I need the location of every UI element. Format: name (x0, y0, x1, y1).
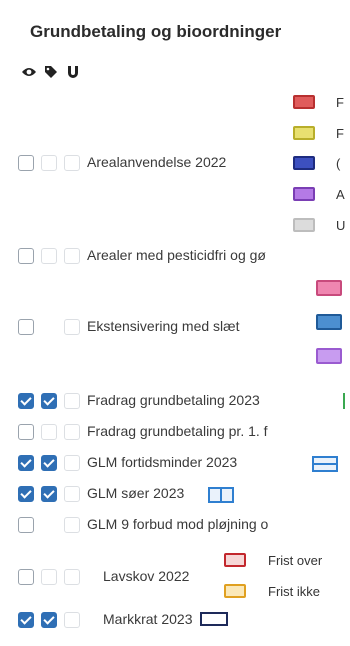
legend-text: Frist ikke (268, 584, 320, 599)
layer-snap-checkbox[interactable] (64, 455, 80, 471)
layer-snap-checkbox[interactable] (64, 424, 80, 440)
layer-name[interactable]: GLM 9 forbud mod pløjning o (87, 516, 350, 532)
layer-name[interactable]: Lavskov 2022 (103, 568, 189, 584)
layer-label-checkbox[interactable] (41, 612, 57, 628)
layer-label-checkbox[interactable] (41, 248, 57, 264)
layer-snap-checkbox[interactable] (64, 155, 80, 171)
layer-label-checkbox[interactable] (41, 155, 57, 171)
legend-swatch (293, 156, 315, 170)
layer-snap-checkbox[interactable] (64, 569, 80, 585)
layer-visible-checkbox[interactable] (18, 569, 34, 585)
legend-text: F (336, 95, 344, 110)
layer-name[interactable]: Fradrag grundbetaling pr. 1. f (87, 423, 350, 439)
legend-swatch (316, 348, 342, 364)
layer-label-checkbox[interactable] (41, 455, 57, 471)
column-header-icons (20, 62, 82, 82)
layer-visible-checkbox[interactable] (18, 517, 34, 533)
layer-name[interactable]: GLM fortidsminder 2023 (87, 454, 237, 470)
legend-text: A (336, 187, 345, 202)
layer-snap-checkbox[interactable] (64, 393, 80, 409)
layer-panel: Grundbetaling og bioordninger Arealanven… (0, 0, 350, 646)
layer-name[interactable]: Markkrat 2023 (103, 611, 192, 627)
layer-snap-checkbox[interactable] (64, 486, 80, 502)
layer-snap-checkbox[interactable] (64, 319, 80, 335)
layer-visible-checkbox[interactable] (18, 486, 34, 502)
layer-name[interactable]: Arealer med pesticidfri og gø (87, 247, 350, 263)
layer-visible-checkbox[interactable] (18, 319, 34, 335)
layer-visible-checkbox[interactable] (18, 393, 34, 409)
legend-line (343, 393, 345, 409)
outline-square-icon (200, 612, 230, 633)
tag-icon[interactable] (42, 63, 60, 81)
layer-name[interactable]: Ekstensivering med slæt (87, 318, 240, 334)
legend-swatch (293, 218, 315, 232)
eye-icon[interactable] (20, 63, 38, 81)
layer-name[interactable]: Arealanvendelse 2022 (87, 154, 226, 170)
legend-swatch (316, 314, 342, 330)
layer-snap-checkbox[interactable] (64, 248, 80, 264)
layer-snap-checkbox[interactable] (64, 517, 80, 533)
layer-label-checkbox[interactable] (41, 569, 57, 585)
legend-swatch (316, 280, 342, 296)
layer-label-checkbox[interactable] (41, 486, 57, 502)
layer-name[interactable]: GLM søer 2023 (87, 485, 184, 501)
magnet-icon[interactable] (64, 63, 82, 81)
layer-label-checkbox[interactable] (41, 393, 57, 409)
layer-visible-checkbox[interactable] (18, 424, 34, 440)
legend-swatch (224, 553, 246, 567)
panel-title: Grundbetaling og bioordninger (30, 22, 282, 41)
layer-snap-checkbox[interactable] (64, 612, 80, 628)
legend-swatch (224, 584, 246, 598)
legend-text: ( (336, 156, 341, 171)
legend-swatch (293, 126, 315, 140)
layer-visible-checkbox[interactable] (18, 455, 34, 471)
legend-swatch (293, 187, 315, 201)
legend-text: F (336, 126, 344, 141)
layer-name[interactable]: Fradrag grundbetaling 2023 (87, 392, 260, 408)
legend-text: U (336, 218, 346, 233)
split-square-icon (208, 487, 234, 508)
legend-swatch (293, 95, 315, 109)
striped-square-icon (312, 456, 338, 477)
layer-label-checkbox[interactable] (41, 424, 57, 440)
layer-visible-checkbox[interactable] (18, 612, 34, 628)
layer-visible-checkbox[interactable] (18, 248, 34, 264)
legend-text: Frist over (268, 553, 323, 568)
layer-visible-checkbox[interactable] (18, 155, 34, 171)
